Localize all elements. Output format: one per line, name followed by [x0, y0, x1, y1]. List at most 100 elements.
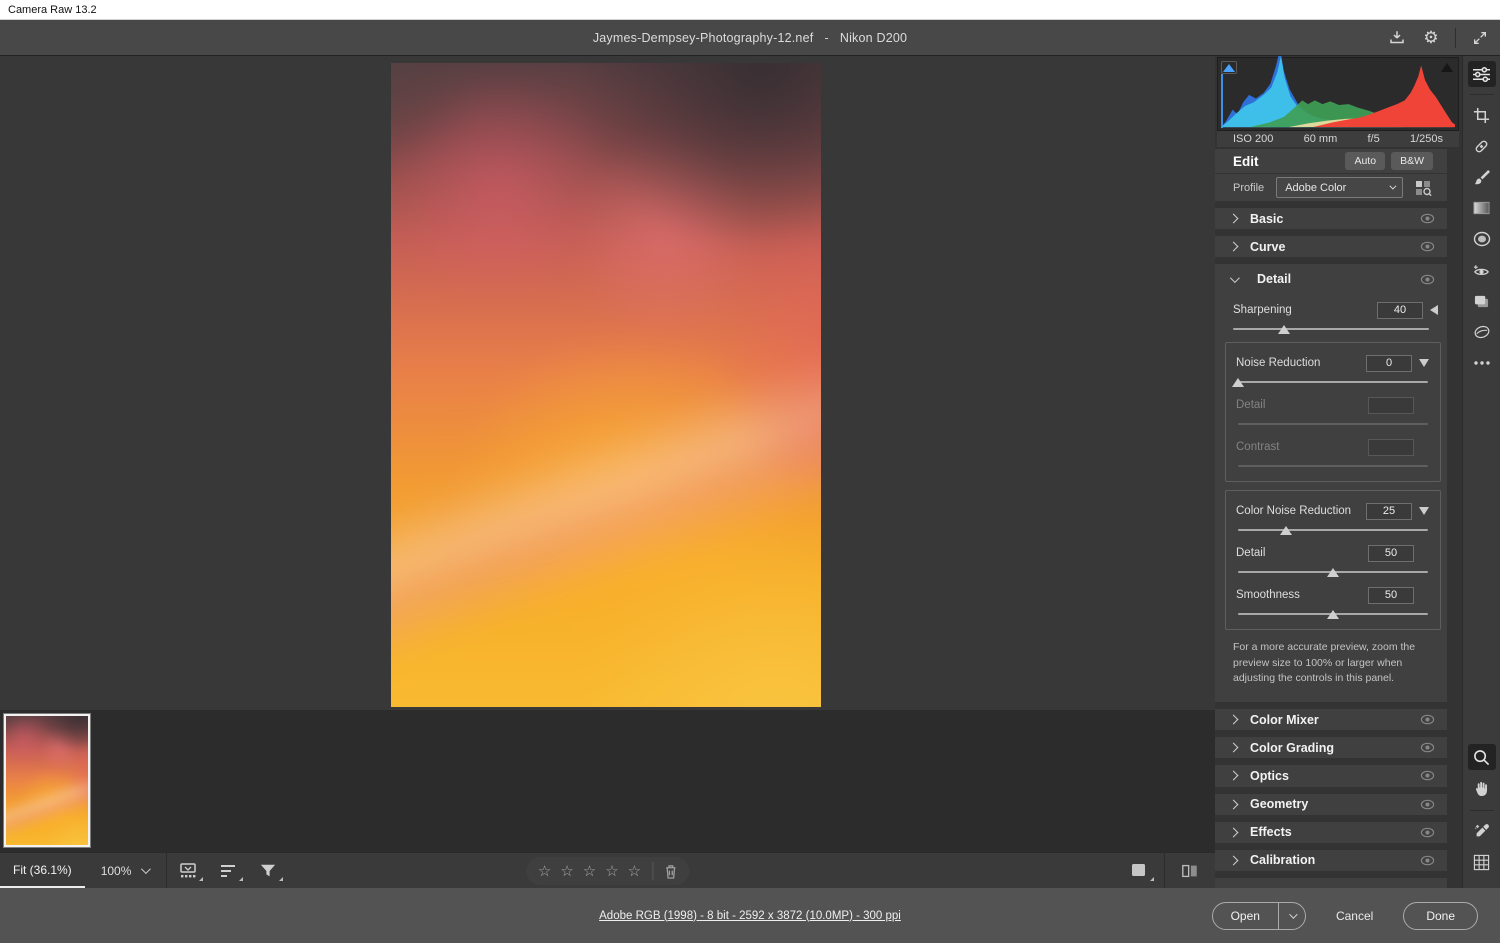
chevron-right-icon	[1229, 771, 1239, 781]
eye-icon[interactable]	[1420, 274, 1435, 285]
sharpening-slider[interactable]	[1233, 324, 1429, 334]
cnr-detail-slider[interactable]	[1238, 567, 1428, 577]
sharpening-value-input[interactable]: 40	[1377, 302, 1423, 319]
title-separator: -	[824, 31, 828, 45]
noise-reduction-slider[interactable]	[1238, 377, 1428, 387]
color-noise-reduction-slider[interactable]	[1238, 525, 1428, 535]
detail-panel-note: For a more accurate preview, zoom the pr…	[1215, 630, 1447, 698]
radial-filter-icon[interactable]	[1468, 226, 1496, 252]
exif-aperture: f/5	[1367, 133, 1379, 145]
color-noise-reduction-label: Color Noise Reduction	[1236, 505, 1366, 517]
done-button[interactable]: Done	[1403, 902, 1478, 930]
thumbnail-size-icon[interactable]	[177, 861, 199, 881]
eye-icon[interactable]	[1420, 827, 1435, 838]
filmstrip-thumbnail[interactable]	[4, 714, 90, 847]
section-effects[interactable]: Effects	[1215, 822, 1447, 843]
section-calibration[interactable]: Calibration	[1215, 850, 1447, 871]
exif-shutter: 1/250s	[1410, 133, 1443, 145]
slider-thumb[interactable]	[1232, 378, 1244, 387]
document-header: Jaymes-Dempsey-Photography-12.nef - Niko…	[0, 20, 1500, 56]
presets-icon[interactable]	[1468, 319, 1496, 345]
section-color-mixer[interactable]: Color Mixer	[1215, 709, 1447, 730]
star-icon[interactable]: ☆	[628, 864, 641, 879]
color-noise-reduction-value-input[interactable]: 25	[1366, 503, 1412, 520]
hand-tool-icon[interactable]	[1468, 775, 1496, 801]
section-basic[interactable]: Basic	[1215, 208, 1447, 229]
crop-tool-icon[interactable]	[1468, 102, 1496, 128]
noise-reduction-value-input[interactable]: 0	[1366, 355, 1412, 372]
section-detail: Detail Sharpening 40 Noise Reduction 0	[1215, 264, 1447, 702]
open-button[interactable]: Open	[1213, 903, 1279, 929]
zoom-tool-icon[interactable]	[1468, 744, 1496, 770]
tool-divider	[1470, 94, 1494, 95]
cnr-detail-value-input[interactable]: 50	[1368, 545, 1414, 562]
white-balance-eyedropper-icon[interactable]	[1468, 818, 1496, 844]
color-noise-reduction-row: Color Noise Reduction 25	[1234, 499, 1432, 523]
status-bar: Adobe RGB (1998) - 8 bit - 2592 x 3872 (…	[0, 888, 1500, 943]
fullscreen-icon[interactable]	[1470, 28, 1490, 48]
histogram[interactable]	[1217, 57, 1459, 131]
profile-browser-icon[interactable]	[1415, 180, 1433, 196]
section-label: Effects	[1250, 825, 1420, 839]
collapse-down-icon[interactable]	[1419, 507, 1429, 515]
trash-icon[interactable]	[664, 864, 677, 879]
profile-dropdown[interactable]: Adobe Color	[1276, 177, 1403, 198]
nr-detail-row: Detail	[1234, 393, 1432, 417]
slider-thumb[interactable]	[1327, 610, 1339, 619]
chevron-right-icon	[1229, 743, 1239, 753]
eye-icon[interactable]	[1420, 714, 1435, 725]
eye-icon[interactable]	[1420, 213, 1435, 224]
preview-image[interactable]	[391, 63, 821, 707]
auto-button[interactable]: Auto	[1345, 152, 1385, 170]
before-after-view-icon[interactable]	[1179, 861, 1201, 881]
graduated-filter-icon[interactable]	[1468, 195, 1496, 221]
eye-icon[interactable]	[1420, 742, 1435, 753]
zoom-level-value: 100%	[101, 864, 132, 878]
open-options-arrow[interactable]	[1279, 903, 1305, 929]
section-optics[interactable]: Optics	[1215, 765, 1447, 786]
edit-header-row: Edit Auto B&W	[1215, 149, 1447, 173]
cancel-button[interactable]: Cancel	[1336, 909, 1373, 923]
zoom-fit-button[interactable]: Fit (36.1%)	[0, 853, 85, 888]
sort-order-icon[interactable]	[217, 861, 239, 881]
section-geometry[interactable]: Geometry	[1215, 794, 1447, 815]
snapshots-icon[interactable]	[1468, 288, 1496, 314]
brush-tool-icon[interactable]	[1468, 164, 1496, 190]
more-options-icon[interactable]	[1468, 350, 1496, 376]
section-label: Basic	[1250, 212, 1420, 226]
slider-thumb[interactable]	[1327, 568, 1339, 577]
slider-thumb[interactable]	[1280, 526, 1292, 535]
star-icon[interactable]: ☆	[605, 864, 618, 879]
eye-icon[interactable]	[1420, 799, 1435, 810]
star-icon[interactable]: ☆	[560, 864, 573, 879]
section-color-grading[interactable]: Color Grading	[1215, 737, 1447, 758]
healing-tool-icon[interactable]	[1468, 133, 1496, 159]
workflow-options-link[interactable]: Adobe RGB (1998) - 8 bit - 2592 x 3872 (…	[599, 910, 901, 922]
save-image-icon[interactable]	[1387, 28, 1407, 48]
star-icon[interactable]: ☆	[583, 864, 596, 879]
bw-button[interactable]: B&W	[1391, 152, 1433, 170]
eye-icon[interactable]	[1420, 241, 1435, 252]
preferences-gear-icon[interactable]: ⚙	[1421, 28, 1441, 48]
smoothness-slider[interactable]	[1238, 609, 1428, 619]
grid-overlay-icon[interactable]	[1468, 849, 1496, 875]
preview-options-icon[interactable]	[1128, 861, 1150, 881]
section-curve[interactable]: Curve	[1215, 236, 1447, 257]
filter-icon[interactable]	[257, 861, 279, 881]
expand-left-icon[interactable]	[1430, 305, 1438, 315]
smoothness-value-input[interactable]: 50	[1368, 587, 1414, 604]
image-canvas[interactable]: Fit (36.1%) 100%	[0, 56, 1215, 888]
slider-thumb[interactable]	[1278, 325, 1290, 334]
collapse-down-icon[interactable]	[1419, 359, 1429, 367]
nr-contrast-row: Contrast	[1234, 435, 1432, 459]
noise-reduction-row: Noise Reduction 0	[1234, 351, 1432, 375]
section-detail-header[interactable]: Detail	[1215, 264, 1447, 294]
rating-divider	[652, 862, 653, 880]
zoom-level-select[interactable]: 100%	[85, 853, 157, 888]
edit-tool-icon[interactable]	[1468, 61, 1496, 87]
eye-icon[interactable]	[1420, 770, 1435, 781]
red-eye-tool-icon[interactable]	[1468, 257, 1496, 283]
eye-icon[interactable]	[1420, 855, 1435, 866]
section-label: Curve	[1250, 240, 1420, 254]
star-icon[interactable]: ☆	[538, 864, 551, 879]
